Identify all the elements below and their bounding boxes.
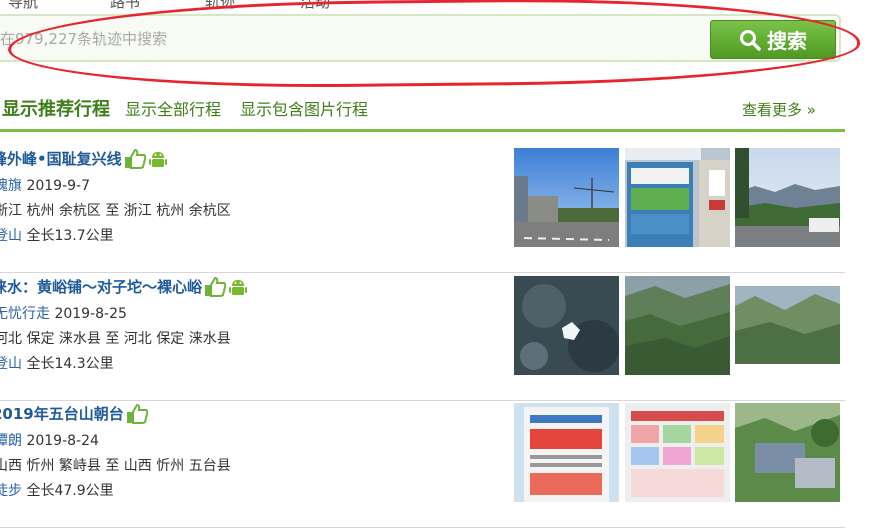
track-photo[interactable] — [625, 148, 730, 247]
android-icon — [229, 279, 248, 295]
track-summary: 登山 全长14.3公里 — [0, 353, 114, 373]
track-type[interactable]: 登山 — [0, 356, 22, 372]
track-route: 河北 保定 涞水县 至 河北 保定 涞水县 — [0, 331, 231, 347]
top-nav-item[interactable]: 轨迹 — [205, 0, 235, 10]
track-photo[interactable] — [625, 276, 730, 375]
track-photo[interactable] — [514, 148, 619, 247]
android-icon — [148, 151, 167, 167]
track-length: 全长14.3公里 — [26, 356, 114, 372]
top-nav-item[interactable]: 导航 — [8, 0, 38, 10]
track-route: 山西 忻州 繁峙县 至 山西 忻州 五台县 — [0, 458, 231, 474]
track-title-text: 峰外峰•国耻复兴线 — [0, 150, 122, 168]
track-meta: 无忧行走 2019-8-25 — [0, 303, 127, 323]
track-title[interactable]: 2019年五台山朝台 — [0, 403, 148, 424]
track-date: 2019-9-7 — [26, 178, 90, 194]
track-row: 峰外峰•国耻复兴线 魄旗 2019-9-7 浙江 杭州 余杭区 至 浙江 杭州 … — [0, 148, 845, 273]
more-link[interactable]: 查看更多 » — [742, 99, 816, 120]
thumb-up-icon — [205, 276, 227, 297]
track-photo[interactable] — [735, 403, 840, 502]
thumb-up-icon — [124, 148, 146, 169]
track-photo[interactable] — [514, 276, 619, 375]
tab-with-photos[interactable]: 显示包含图片行程 — [240, 96, 368, 120]
track-row: 涞水：黄峪铺～对子坨～裸心峪 无忧行走 2019-8-25 河北 保定 涞水县 … — [0, 276, 845, 401]
track-title-text: 2019年五台山朝台 — [0, 405, 124, 423]
thumb-up-icon — [126, 403, 148, 424]
track-title[interactable]: 峰外峰•国耻复兴线 — [0, 148, 168, 169]
search-button[interactable]: 搜索 — [710, 20, 836, 59]
track-photo[interactable] — [735, 276, 840, 375]
track-photo[interactable] — [735, 148, 840, 247]
track-title[interactable]: 涞水：黄峪铺～对子坨～裸心峪 — [0, 276, 248, 297]
track-date: 2019-8-25 — [54, 306, 127, 322]
track-meta: 谭朗 2019-8-24 — [0, 430, 99, 450]
tabs-divider — [0, 129, 845, 132]
track-route: 浙江 杭州 余杭区 至 浙江 杭州 余杭区 — [0, 203, 231, 219]
track-meta: 魄旗 2019-9-7 — [0, 175, 90, 195]
search-button-label: 搜索 — [767, 29, 807, 53]
track-user[interactable]: 谭朗 — [0, 433, 22, 449]
track-length: 全长47.9公里 — [26, 483, 114, 499]
track-photo[interactable] — [625, 403, 730, 502]
top-nav: 导航 路书 轨迹 活动 — [0, 0, 871, 10]
track-summary: 登山 全长13.7公里 — [0, 225, 114, 245]
track-user[interactable]: 魄旗 — [0, 178, 22, 194]
track-photo[interactable] — [514, 403, 619, 502]
tab-all[interactable]: 显示全部行程 — [125, 96, 221, 120]
track-length: 全长13.7公里 — [26, 228, 114, 244]
track-title-text: 涞水：黄峪铺～对子坨～裸心峪 — [0, 278, 203, 296]
track-summary: 徒步 全长47.9公里 — [0, 480, 114, 500]
tab-recommended[interactable]: 显示推荐行程 — [2, 95, 110, 121]
track-user[interactable]: 无忧行走 — [0, 306, 50, 322]
track-date: 2019-8-24 — [26, 433, 99, 449]
search-icon — [740, 29, 761, 51]
top-nav-item[interactable]: 活动 — [300, 0, 330, 10]
track-type[interactable]: 登山 — [0, 228, 22, 244]
filter-tabs: 显示推荐行程 显示全部行程 显示包含图片行程 查看更多 » — [0, 96, 845, 132]
track-type[interactable]: 徒步 — [0, 483, 22, 499]
search-input[interactable] — [0, 21, 708, 57]
search-bar: 搜索 — [0, 14, 841, 62]
track-row: 2019年五台山朝台 谭朗 2019-8-24 山西 忻州 繁峙县 至 山西 忻… — [0, 403, 845, 528]
top-nav-item[interactable]: 路书 — [110, 0, 140, 10]
